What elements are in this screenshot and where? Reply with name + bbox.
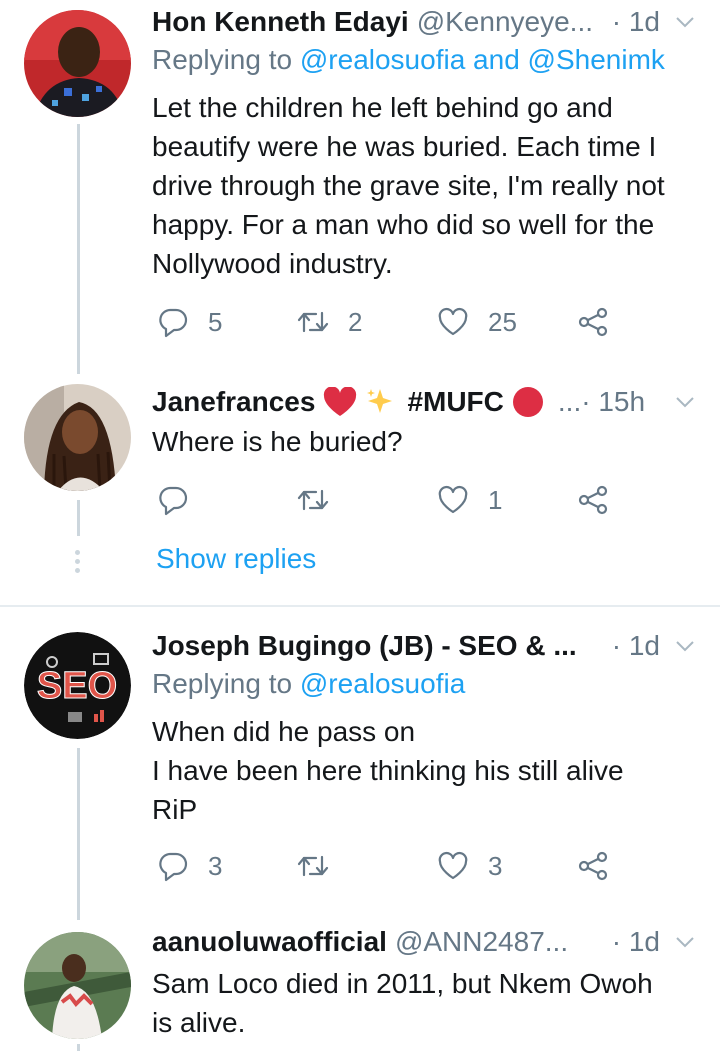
like-button[interactable]: 1 [436, 480, 502, 520]
tweet-actions: 3 3 [152, 846, 632, 886]
user-name[interactable]: Janefrances [152, 386, 315, 418]
user-handle[interactable]: ... [558, 386, 581, 418]
show-replies-link[interactable]: Show replies [156, 543, 316, 575]
like-count: 1 [488, 484, 503, 515]
like-button[interactable]: 3 [436, 846, 502, 886]
avatar[interactable] [24, 932, 131, 1039]
like-icon [436, 849, 470, 883]
tweet-actions: 1 [152, 480, 632, 520]
tweet-text: When did he pass on I have been here thi… [152, 712, 696, 829]
thread-dots [75, 550, 81, 577]
tweet-actions: 5 2 25 [152, 302, 632, 342]
tweet-text-line: happy. For a man who did so well for the [152, 209, 655, 240]
reply-count: 3 [208, 850, 223, 881]
avatar[interactable] [24, 384, 131, 491]
reply-button[interactable]: 5 [156, 302, 222, 342]
tweet-header: Janefrances #MUFC ... · 15h [152, 382, 696, 422]
like-icon [436, 305, 470, 339]
chevron-down-icon[interactable] [674, 11, 696, 33]
share-icon [576, 849, 610, 883]
thread-line [77, 748, 80, 920]
retweet-button[interactable] [296, 846, 330, 886]
tweet-text-line: I have been here thinking his still aliv… [152, 755, 624, 786]
like-icon [436, 483, 470, 517]
user-handle[interactable]: @Kennyeye... [417, 6, 593, 38]
tweet-text: Where is he buried? [152, 422, 696, 461]
reply-icon [156, 483, 190, 517]
tweet-text-line: drive through the grave site, I'm really… [152, 170, 665, 201]
reply-mentions-link[interactable]: @realosuofia [300, 668, 465, 699]
red-circle-emoji [512, 387, 543, 417]
reply-button[interactable]: 3 [156, 846, 222, 886]
replying-prefix: Replying to [152, 668, 293, 699]
tweet-text-line: Where is he buried? [152, 426, 403, 457]
heart-emoji [324, 387, 357, 416]
tweet-text-line: RiP [152, 794, 198, 825]
tweet-text-line: Nollywood industry. [152, 248, 393, 279]
like-count: 25 [488, 306, 517, 337]
user-name-tag[interactable]: #MUFC [407, 386, 503, 418]
replying-prefix: Replying to [152, 44, 293, 75]
avatar-seo-text: SEO [37, 665, 117, 707]
reply-mentions-link[interactable]: @realosuofia and @Shenimk [300, 44, 665, 75]
share-button[interactable] [576, 846, 610, 886]
retweet-icon [296, 483, 330, 517]
thread-line [77, 1044, 80, 1051]
share-icon [576, 483, 610, 517]
timestamp[interactable]: · 15h [581, 386, 645, 418]
retweet-icon [296, 849, 330, 883]
tweet-text-line: beautify were he was buried. Each time I [152, 131, 657, 162]
sparkles-emoji [367, 389, 393, 413]
chevron-down-icon[interactable] [674, 635, 696, 657]
retweet-button[interactable]: 2 [296, 302, 362, 342]
like-button[interactable]: 25 [436, 302, 517, 342]
share-icon [576, 305, 610, 339]
tweet-text: Sam Loco died in 2011, but Nkem Owoh is … [152, 964, 696, 1042]
reply-icon [156, 849, 190, 883]
avatar[interactable]: SEO [24, 632, 131, 739]
tweet-text-line: When did he pass on [152, 716, 416, 747]
divider [0, 605, 720, 607]
tweet-text-line: Sam Loco died in 2011, but Nkem Owoh [152, 968, 653, 999]
timestamp[interactable]: · 1d [612, 630, 660, 662]
chevron-down-icon[interactable] [674, 391, 696, 413]
tweet-header: Hon Kenneth Edayi @Kennyeye... · 1d [152, 2, 696, 42]
reply-icon [156, 305, 190, 339]
reply-button[interactable] [156, 480, 190, 520]
user-handle[interactable]: @ANN2487... [395, 926, 568, 958]
retweet-count: 2 [348, 306, 363, 337]
share-button[interactable] [576, 302, 610, 342]
retweet-button[interactable] [296, 480, 330, 520]
user-name[interactable]: aanuoluwaofficial [152, 926, 387, 958]
tweet-header: aanuoluwaofficial @ANN2487... · 1d [152, 922, 696, 962]
avatar[interactable] [24, 10, 131, 117]
share-button[interactable] [576, 480, 610, 520]
retweet-icon [296, 305, 330, 339]
reply-count: 5 [208, 306, 223, 337]
tweet-header: Joseph Bugingo (JB) - SEO & ... · 1d [152, 626, 696, 666]
tweet-text-line: Let the children he left behind go and [152, 92, 613, 123]
replying-to: Replying to @realosuofia [152, 668, 465, 700]
user-name[interactable]: Joseph Bugingo (JB) - SEO & ... [152, 630, 577, 662]
thread-line [77, 124, 80, 374]
chevron-down-icon[interactable] [674, 931, 696, 953]
timestamp[interactable]: · 1d [612, 926, 660, 958]
tweet-text-line: is alive. [152, 1007, 246, 1038]
replying-to: Replying to @realosuofia and @Shenimk [152, 44, 665, 76]
tweet-text: Let the children he left behind go and b… [152, 88, 696, 283]
timestamp[interactable]: · 1d [612, 6, 660, 38]
like-count: 3 [488, 850, 503, 881]
user-name[interactable]: Hon Kenneth Edayi [152, 6, 409, 38]
thread-line [77, 500, 80, 536]
